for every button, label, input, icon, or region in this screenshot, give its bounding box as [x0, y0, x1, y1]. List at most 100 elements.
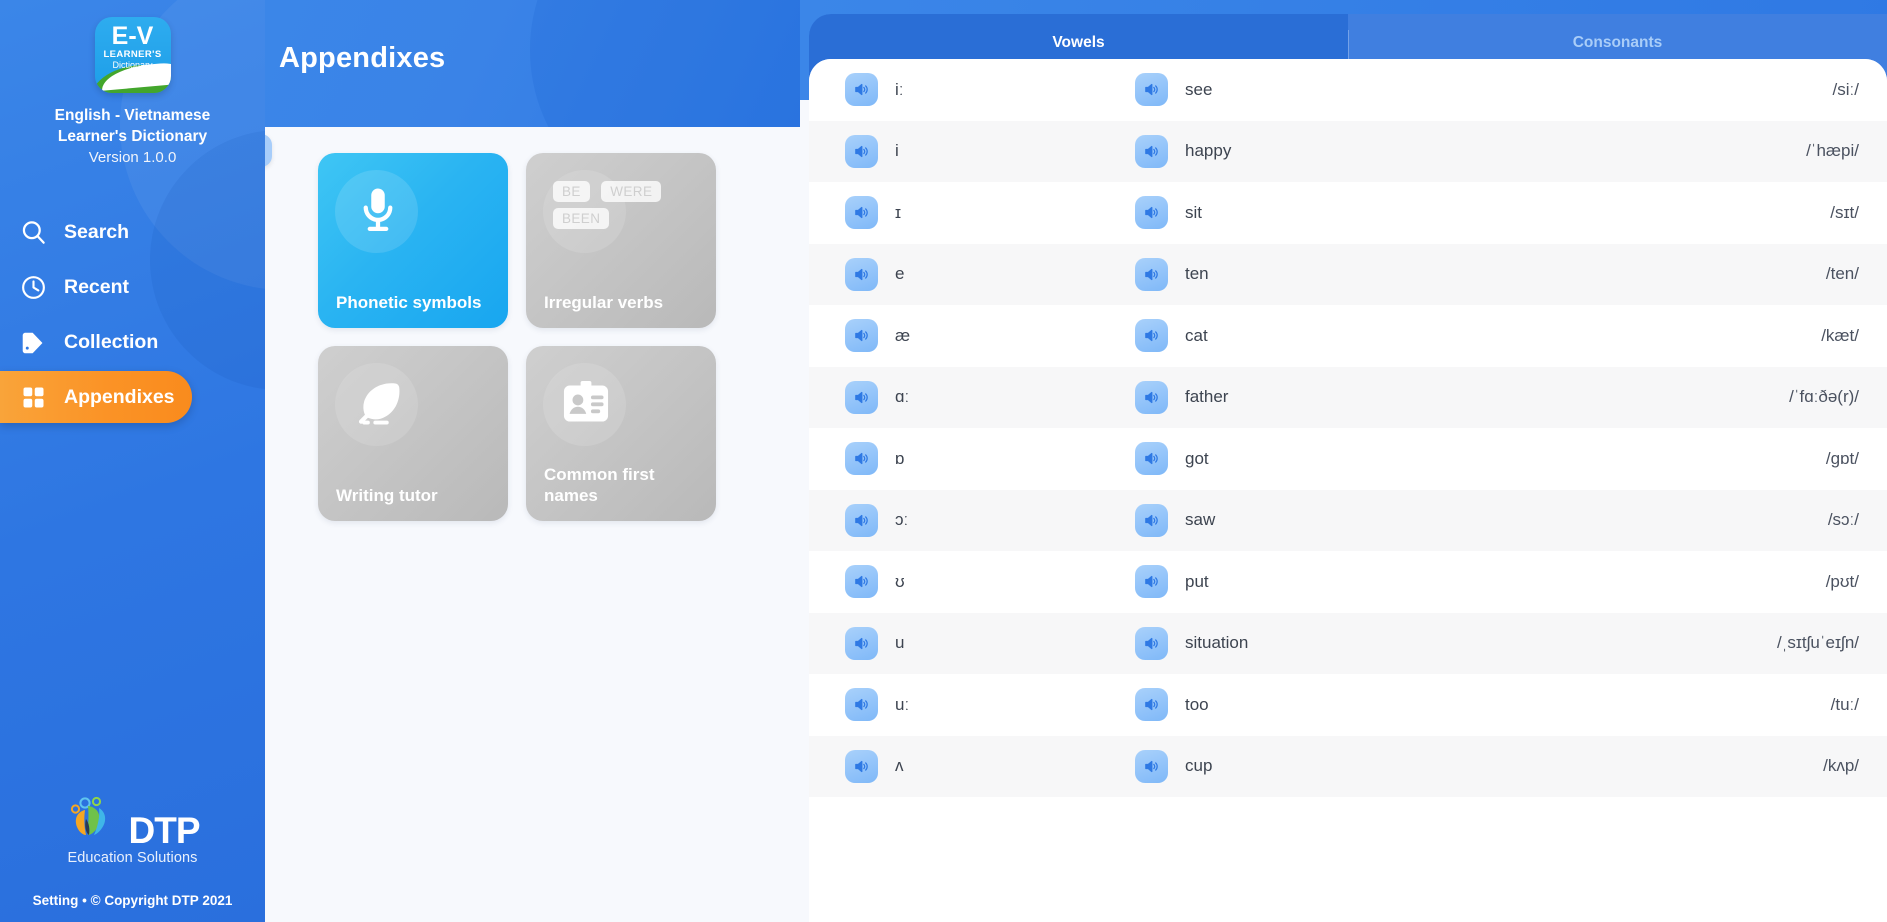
speaker-icon[interactable]: [845, 380, 878, 414]
word-cell: see /siː/: [1135, 73, 1859, 107]
ipa-transcription: /pʊt/: [1825, 571, 1859, 591]
sidebar-nav: Search Recent Collection Appendixes: [0, 206, 265, 424]
phonetic-symbol: ɒ: [895, 448, 905, 468]
table-row[interactable]: ʌ cup /kʌp/: [809, 735, 1887, 797]
word-cell: situation /ˌsɪtʃuˈeɪʃn/: [1135, 626, 1859, 660]
logo-ev-text: E-V: [111, 22, 154, 50]
speaker-icon[interactable]: [845, 257, 878, 291]
phonetic-symbol: e: [895, 264, 905, 284]
table-row[interactable]: uː too /tuː/: [809, 674, 1887, 736]
phonetic-symbol: ʊ: [895, 571, 905, 591]
speaker-icon[interactable]: [1135, 257, 1168, 291]
sidebar-item-search[interactable]: Search: [0, 206, 265, 259]
speaker-icon[interactable]: [1135, 380, 1168, 414]
symbol-cell: ɪ: [845, 196, 1135, 230]
speaker-icon[interactable]: [1135, 688, 1168, 722]
speaker-icon[interactable]: [845, 442, 878, 476]
speaker-icon[interactable]: [1135, 73, 1168, 107]
example-word: sit: [1185, 202, 1202, 222]
ipa-transcription: /sɔː/: [1827, 510, 1859, 530]
app-title: English - Vietnamese Learner's Dictionar…: [0, 105, 265, 148]
logo-dictionary-text: Dictionary: [112, 60, 153, 70]
card-common-first-names[interactable]: Common first names: [526, 346, 716, 521]
table-row[interactable]: æ cat /kæt/: [809, 305, 1887, 367]
id-card-icon: [556, 374, 616, 434]
phonetic-panel: Vowels Consonants iː see /siː/ i happy /…: [800, 0, 1887, 922]
appendix-card-grid: Phonetic symbols BE WERE BEEN Irregular …: [265, 127, 800, 521]
sidebar: E-V LEARNER'S Dictionary English - Vietn…: [0, 0, 265, 922]
word-cell: father /ˈfɑːðə(r)/: [1135, 380, 1859, 414]
speaker-icon[interactable]: [1135, 749, 1168, 783]
grid-icon: [18, 382, 48, 412]
table-row[interactable]: i happy /ˈhæpi/: [809, 120, 1887, 182]
sidebar-item-appendixes[interactable]: Appendixes: [0, 371, 192, 424]
word-cell: happy /ˈhæpi/: [1135, 134, 1859, 168]
example-word: situation: [1185, 633, 1249, 653]
dtp-name: DTP: [128, 809, 201, 851]
feather-pen-icon: [348, 374, 408, 434]
sidebar-item-collection[interactable]: Collection: [0, 316, 265, 369]
speaker-icon[interactable]: [845, 626, 878, 660]
speaker-icon[interactable]: [845, 134, 878, 168]
example-word: father: [1185, 387, 1229, 407]
table-row[interactable]: u situation /ˌsɪtʃuˈeɪʃn/: [809, 612, 1887, 674]
speaker-icon[interactable]: [845, 749, 878, 783]
sidebar-item-label: Search: [64, 221, 130, 244]
card-writing-tutor[interactable]: Writing tutor: [318, 346, 508, 521]
example-word: got: [1185, 448, 1209, 468]
ipa-transcription: /ˈhæpi/: [1806, 141, 1859, 161]
dtp-logo-mark: DTP: [0, 796, 265, 851]
symbol-cell: i: [845, 134, 1135, 168]
app-root: E-V LEARNER'S Dictionary English - Vietn…: [0, 0, 1887, 922]
speaker-icon[interactable]: [1135, 565, 1168, 599]
footer-copyright[interactable]: Setting • © Copyright DTP 2021: [0, 893, 265, 908]
phonetic-table: iː see /siː/ i happy /ˈhæpi/ ɪ sit /sɪt/…: [809, 59, 1887, 922]
speaker-icon[interactable]: [845, 73, 878, 107]
appendixes-panel: Appendixes Phonetic symbols BE WERE BEEN…: [265, 0, 800, 922]
symbol-cell: iː: [845, 73, 1135, 107]
sidebar-item-recent[interactable]: Recent: [0, 261, 265, 314]
speaker-icon[interactable]: [845, 503, 878, 537]
phonetic-symbol: uː: [895, 694, 910, 714]
header-decoration: [530, 0, 800, 127]
speaker-icon[interactable]: [1135, 134, 1168, 168]
table-row[interactable]: ɔː saw /sɔː/: [809, 489, 1887, 551]
speaker-icon[interactable]: [1135, 503, 1168, 537]
app-logo: E-V LEARNER'S Dictionary English - Vietn…: [0, 0, 265, 168]
phonetic-symbol: ɑː: [895, 387, 910, 407]
card-irregular-verbs[interactable]: BE WERE BEEN Irregular verbs: [526, 153, 716, 328]
speaker-icon[interactable]: [845, 565, 878, 599]
tag-icon: [18, 328, 48, 358]
symbol-cell: e: [845, 257, 1135, 291]
table-row[interactable]: ɒ got /ɡɒt/: [809, 428, 1887, 490]
word-cell: cup /kʌp/: [1135, 749, 1859, 783]
logo-tile: E-V LEARNER'S Dictionary: [94, 17, 171, 93]
verb-tags-icon: BE WERE BEEN: [553, 181, 693, 235]
table-row[interactable]: ɑː father /ˈfɑːðə(r)/: [809, 366, 1887, 428]
app-title-line2: Learner's Dictionary: [57, 128, 208, 146]
example-word: saw: [1185, 510, 1216, 530]
speaker-icon[interactable]: [845, 688, 878, 722]
ipa-transcription: /tuː/: [1830, 694, 1859, 714]
speaker-icon[interactable]: [845, 319, 878, 353]
table-row[interactable]: iː see /siː/: [809, 59, 1887, 121]
speaker-icon[interactable]: [1135, 319, 1168, 353]
app-version: Version 1.0.0: [88, 148, 177, 166]
tab-label: Consonants: [1572, 34, 1663, 51]
phonetic-symbol: ʌ: [895, 756, 904, 776]
table-row[interactable]: ɪ sit /sɪt/: [809, 182, 1887, 244]
word-cell: got /ɡɒt/: [1135, 442, 1859, 476]
page-title: Appendixes: [279, 42, 446, 74]
table-row[interactable]: ʊ put /pʊt/: [809, 551, 1887, 613]
table-row[interactable]: e ten /ten/: [809, 243, 1887, 305]
symbol-cell: ɔː: [845, 503, 1135, 537]
ipa-transcription: /sɪt/: [1830, 202, 1859, 222]
card-phonetic-symbols[interactable]: Phonetic symbols: [318, 153, 508, 328]
speaker-icon[interactable]: [1135, 626, 1168, 660]
word-cell: put /pʊt/: [1135, 565, 1859, 599]
speaker-icon[interactable]: [1135, 442, 1168, 476]
dtp-tagline: Education Solutions: [67, 850, 198, 866]
speaker-icon[interactable]: [1135, 196, 1168, 230]
speaker-icon[interactable]: [845, 196, 878, 230]
symbol-cell: æ: [845, 319, 1135, 353]
